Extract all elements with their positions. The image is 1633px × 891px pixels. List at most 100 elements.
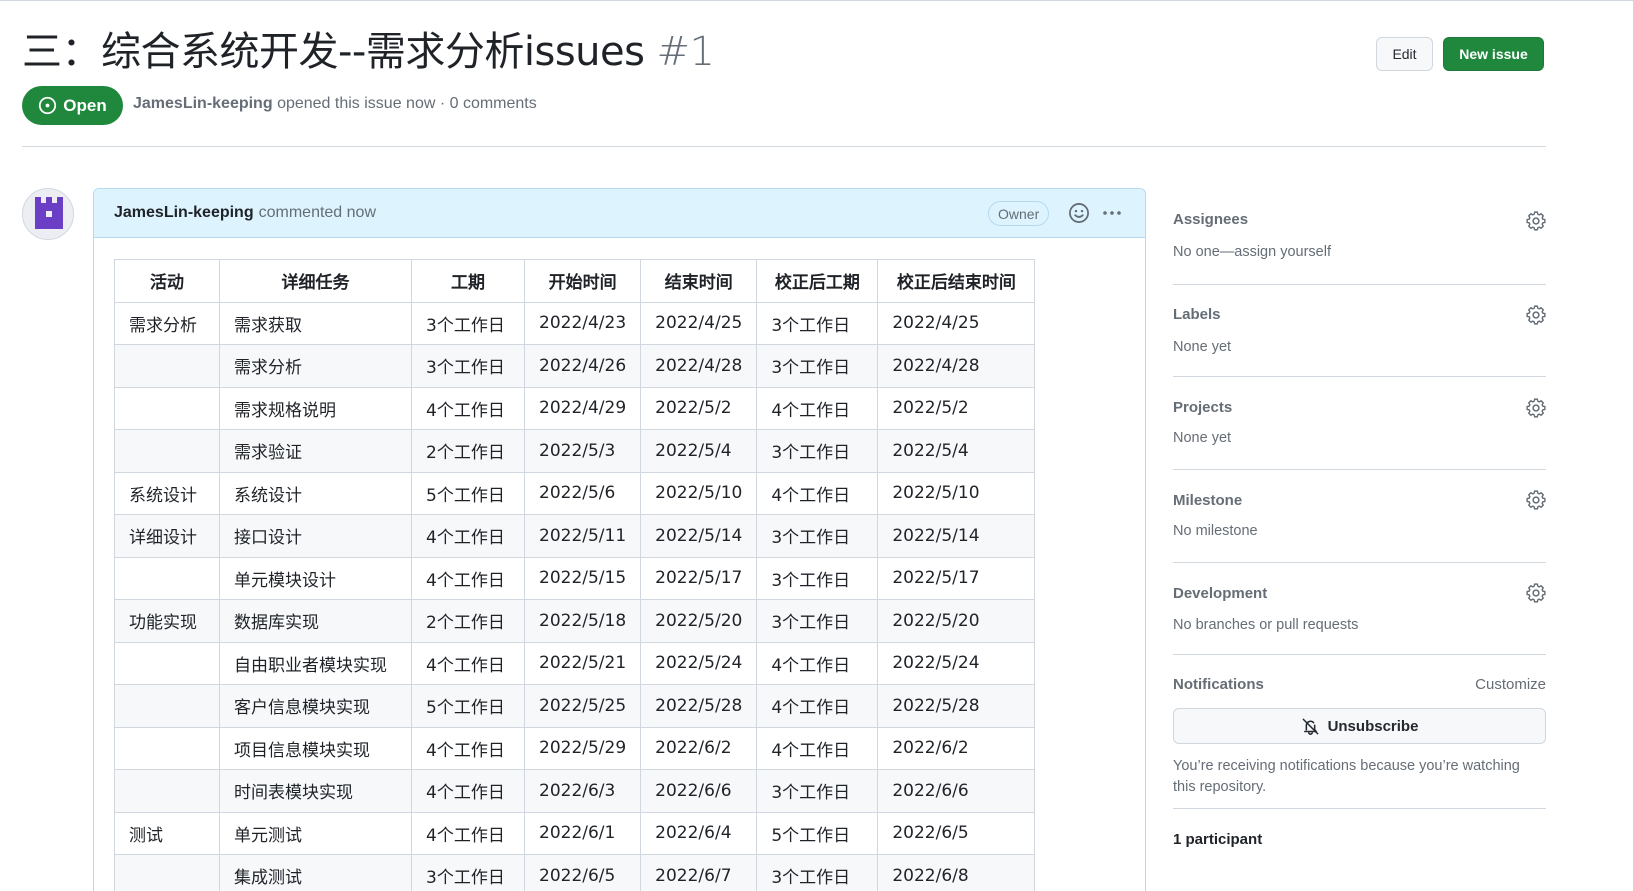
table-cell: 2022/5/15 (523, 556, 642, 600)
table-header-cell: 校正后工期 (756, 259, 879, 303)
table-cell: 2022/5/24 (640, 641, 758, 685)
notifications-notice: You’re receiving notifications because y… (1173, 758, 1520, 795)
issue-meta: JamesLin-keeping opened this issue now ·… (133, 95, 537, 113)
table-cell: 2022/5/14 (640, 514, 758, 558)
table-cell: 数据库实现 (219, 599, 412, 643)
table-cell: 3个工作日 (756, 344, 879, 388)
owner-badge: Owner (988, 201, 1050, 226)
table-cell: 4个工作日 (756, 386, 879, 430)
table-cell: 4个工作日 (756, 641, 879, 685)
table-cell (114, 854, 220, 891)
table-cell: 2022/6/6 (640, 769, 758, 813)
table-cell: 2022/5/17 (877, 556, 1036, 600)
gear-icon[interactable] (1526, 211, 1546, 231)
bell-slash-icon (1302, 718, 1318, 735)
comment-box: JamesLin-keeping commented now Owner 活动 … (93, 188, 1146, 891)
table-cell: 客户信息模块实现 (219, 684, 412, 728)
table-cell: 需求分析 (219, 344, 412, 388)
top-border (0, 0, 1633, 1)
assignees-value[interactable]: No one—assign yourself (1173, 244, 1331, 260)
table-cell: 4个工作日 (411, 769, 525, 813)
table-cell: 需求验证 (219, 429, 412, 473)
table-cell: 2022/6/2 (640, 726, 758, 770)
table-cell: 4个工作日 (411, 556, 525, 600)
table-row: 测试 单元测试 4个工作日 2022/6/1 2022/6/4 5个工作日 2022/6/5 (114, 811, 1036, 855)
kebab-horizontal-icon[interactable] (1100, 202, 1124, 224)
unsubscribe-button[interactable]: Unsubscribe (1173, 708, 1546, 744)
table-cell: 2022/6/2 (877, 726, 1036, 770)
table-cell: 2022/6/3 (523, 769, 642, 813)
table-cell: 4个工作日 (756, 471, 879, 515)
table-cell: 3个工作日 (411, 344, 525, 388)
table-cell: 2022/5/2 (640, 386, 758, 430)
gear-icon[interactable] (1526, 398, 1546, 418)
assignees-title[interactable]: Assignees (1173, 211, 1248, 228)
table-row: 需求分析 需求获取 3个工作日 2022/4/23 2022/4/25 3个工作日 2022… (114, 301, 1036, 345)
table-cell: 2022/4/26 (523, 344, 642, 388)
schedule-table: 活动 详细任务 工期 开始时间 结束时间 校正后工期 校正后结束时间 需求分析需… (114, 259, 1036, 891)
customize-link[interactable]: Customize (1475, 676, 1546, 693)
projects-value: None yet (1173, 430, 1232, 446)
labels-title[interactable]: Labels (1173, 306, 1221, 323)
table-cell (114, 684, 220, 728)
table-cell: 2022/6/6 (877, 769, 1036, 813)
table-cell: 3个工作日 (756, 429, 879, 473)
table-cell: 接口设计 (219, 514, 412, 558)
smiley-icon[interactable] (1068, 202, 1090, 224)
projects-section: Projects None yet (1173, 377, 1546, 470)
table-header-row: 活动 详细任务 工期 开始时间 结束时间 校正后工期 校正后结束时间 (114, 259, 1036, 303)
identicon-image (23, 189, 73, 239)
development-title[interactable]: Development (1173, 585, 1267, 602)
table-cell: 2022/6/5 (523, 854, 642, 891)
table-cell: 3个工作日 (756, 854, 879, 891)
table-cell: 2个工作日 (411, 599, 525, 643)
table-row: 客户信息模块实现 5个工作日 2022/5/25 2022/5/28 4个工作日 2022… (114, 684, 1036, 728)
gear-icon[interactable] (1526, 305, 1546, 325)
table-header-cell: 工期 (411, 259, 525, 303)
table-row: 自由职业者模块实现 4个工作日 2022/5/21 2022/5/24 4个工作日 202… (114, 641, 1036, 685)
table-row: 功能实现 数据库实现 2个工作日 2022/5/18 2022/5/20 3个工作日 202… (114, 599, 1036, 643)
header-divider (22, 146, 1546, 147)
comment-header: JamesLin-keeping commented now Owner (94, 189, 1145, 238)
table-cell: 测试 (114, 811, 220, 855)
table-cell: 2022/5/10 (877, 471, 1036, 515)
table-cell: 3个工作日 (756, 556, 879, 600)
table-cell: 系统设计 (114, 471, 220, 515)
table-cell: 2022/5/6 (523, 471, 642, 515)
new-issue-button[interactable]: New issue (1443, 37, 1544, 71)
table-cell: 2022/5/4 (877, 429, 1036, 473)
edit-button[interactable]: Edit (1376, 37, 1433, 71)
schedule-table-body: 需求分析 需求获取 3个工作日 2022/4/23 2022/4/25 3个工作日 2022… (114, 301, 1036, 891)
table-cell: 4个工作日 (411, 641, 525, 685)
issue-title: 三：综合系统开发--需求分析issues #1 (22, 24, 715, 80)
projects-title[interactable]: Projects (1173, 399, 1232, 416)
table-row: 需求规格说明 4个工作日 2022/4/29 2022/5/2 4个工作日 2022/5/… (114, 386, 1036, 430)
table-cell: 2022/6/8 (877, 854, 1036, 891)
table-cell: 2022/6/7 (640, 854, 758, 891)
table-row: 需求验证 2个工作日 2022/5/3 2022/5/4 3个工作日 2022/5/4 (114, 429, 1036, 473)
table-cell: 3个工作日 (756, 599, 879, 643)
table-cell: 2022/6/5 (877, 811, 1036, 855)
table-row: 系统设计 系统设计 5个工作日 2022/5/6 2022/5/10 4个工作日 2022/… (114, 471, 1036, 515)
assignees-section: Assignees No one—assign yourself (1173, 196, 1546, 285)
table-cell: 2022/5/21 (523, 641, 642, 685)
table-cell: 2022/5/18 (523, 599, 642, 643)
table-cell: 单元模块设计 (219, 556, 412, 600)
milestone-title[interactable]: Milestone (1173, 492, 1242, 509)
table-header-cell: 详细任务 (219, 259, 412, 303)
table-row: 项目信息模块实现 4个工作日 2022/5/29 2022/6/2 4个工作日 2022/… (114, 726, 1036, 770)
table-cell: 自由职业者模块实现 (219, 641, 412, 685)
gear-icon[interactable] (1526, 490, 1546, 510)
gear-icon[interactable] (1526, 583, 1546, 603)
table-row: 集成测试 3个工作日 2022/6/5 2022/6/7 3个工作日 2022/6/8 (114, 854, 1036, 891)
table-cell: 2022/5/4 (640, 429, 758, 473)
table-header-cell: 校正后结束时间 (877, 259, 1036, 303)
table-cell (114, 429, 220, 473)
issue-author-link[interactable]: JamesLin-keeping (133, 95, 273, 112)
table-cell: 2022/5/25 (523, 684, 642, 728)
table-cell: 2022/6/1 (523, 811, 642, 855)
table-cell: 2022/5/28 (640, 684, 758, 728)
table-cell: 2022/5/2 (877, 386, 1036, 430)
avatar[interactable] (22, 188, 74, 240)
comment-author-link[interactable]: JamesLin-keeping (114, 204, 254, 222)
